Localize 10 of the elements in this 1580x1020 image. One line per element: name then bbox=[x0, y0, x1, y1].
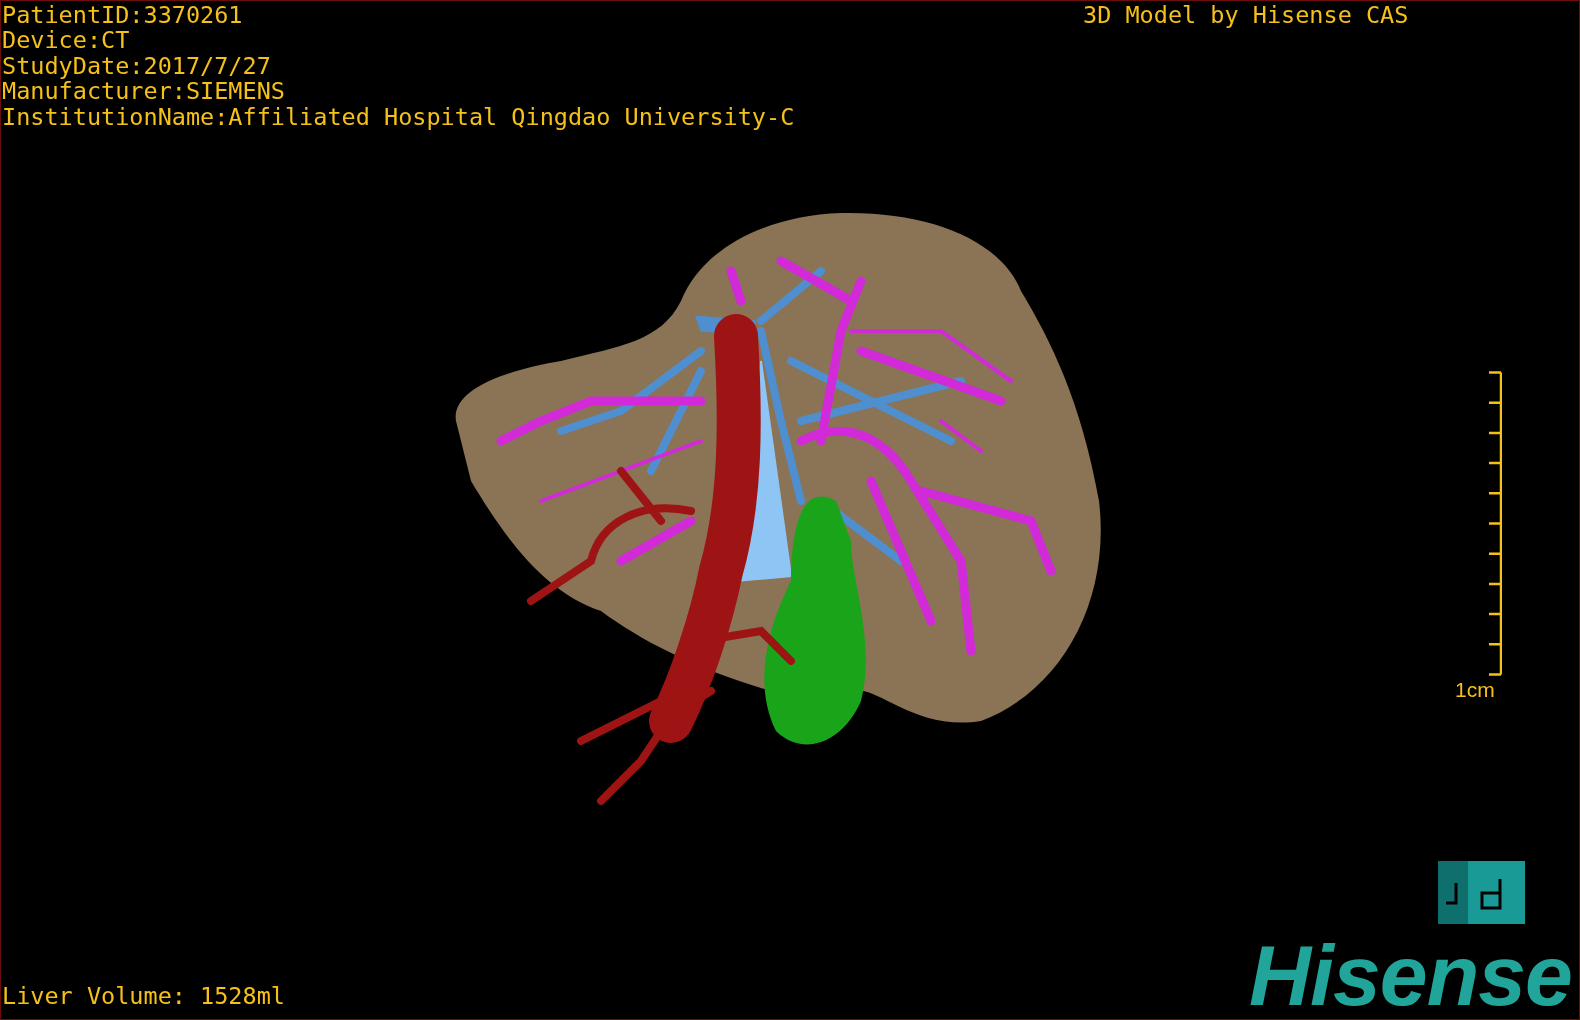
model-credit: 3D Model by Hisense CAS bbox=[1083, 3, 1409, 28]
liver-volume: Liver Volume: 1528ml bbox=[2, 984, 285, 1009]
patient-info-line: PatientID:3370261 bbox=[2, 3, 243, 29]
brand-logo: Hisense bbox=[1249, 936, 1572, 1014]
patient-info-line: InstitutionName:Affiliated Hospital Qingdao University-C bbox=[2, 104, 795, 131]
orientation-cube-icon bbox=[1438, 861, 1525, 924]
patient-info-line: Manufacturer:SIEMENS bbox=[2, 79, 285, 105]
patient-info-line: Device:CT bbox=[2, 28, 130, 54]
scale-bar-label: 1cm bbox=[1455, 678, 1495, 702]
patient-info-line: StudyDate:2017/7/27 bbox=[2, 53, 271, 80]
